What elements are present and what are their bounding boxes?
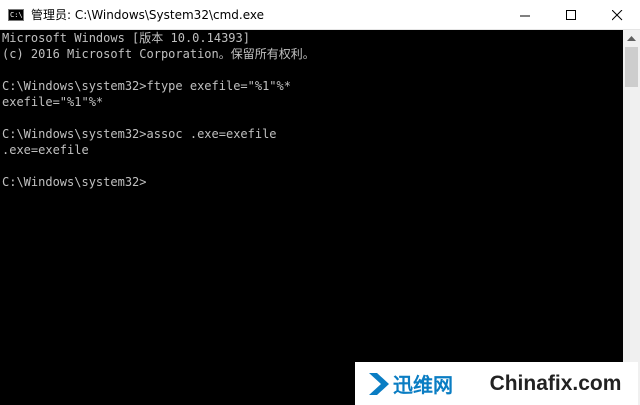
window-title: 管理员: C:\Windows\System32\cmd.exe [31,8,264,22]
window-controls [502,0,640,30]
close-icon [611,9,622,20]
console-line: C:\Windows\system32>assoc .exe=exefile [2,127,277,141]
console-prompt-line[interactable]: C:\Windows\system32> [0,174,622,190]
scroll-thumb[interactable] [625,47,638,87]
cmd-window: C:\ 管理员: C:\Windows\System32\cmd.exe Mic… [0,0,640,405]
maximize-button[interactable] [548,0,594,30]
console-line: Microsoft Windows [版本 10.0.14393] [2,31,250,45]
vertical-scrollbar[interactable] [623,30,640,405]
watermark-cn: 迅维网 [355,362,473,405]
watermark-site: Chinafix.com [473,362,638,405]
maximize-icon [565,9,576,20]
cmd-app-icon: C:\ [8,8,24,21]
console-line: C:\Windows\system32>ftype exefile="%1"%* [2,79,291,93]
console-line: (c) 2016 Microsoft Corporation。保留所有权利。 [2,47,315,61]
watermark-cn-text: 迅维网 [393,373,453,397]
chevron-up-icon [627,35,636,41]
chevron-logo-icon [369,372,389,395]
close-button[interactable] [594,0,640,30]
console-output[interactable]: Microsoft Windows [版本 10.0.14393] (c) 20… [0,30,622,405]
scroll-up-button[interactable] [623,30,640,47]
minimize-button[interactable] [502,0,548,30]
console-line: .exe=exefile [2,143,89,157]
title-bar[interactable]: C:\ 管理员: C:\Windows\System32\cmd.exe [0,0,640,30]
console-line: exefile="%1"%* [2,95,104,109]
minimize-icon [519,15,530,16]
watermark: 迅维网 Chinafix.com [355,362,638,405]
